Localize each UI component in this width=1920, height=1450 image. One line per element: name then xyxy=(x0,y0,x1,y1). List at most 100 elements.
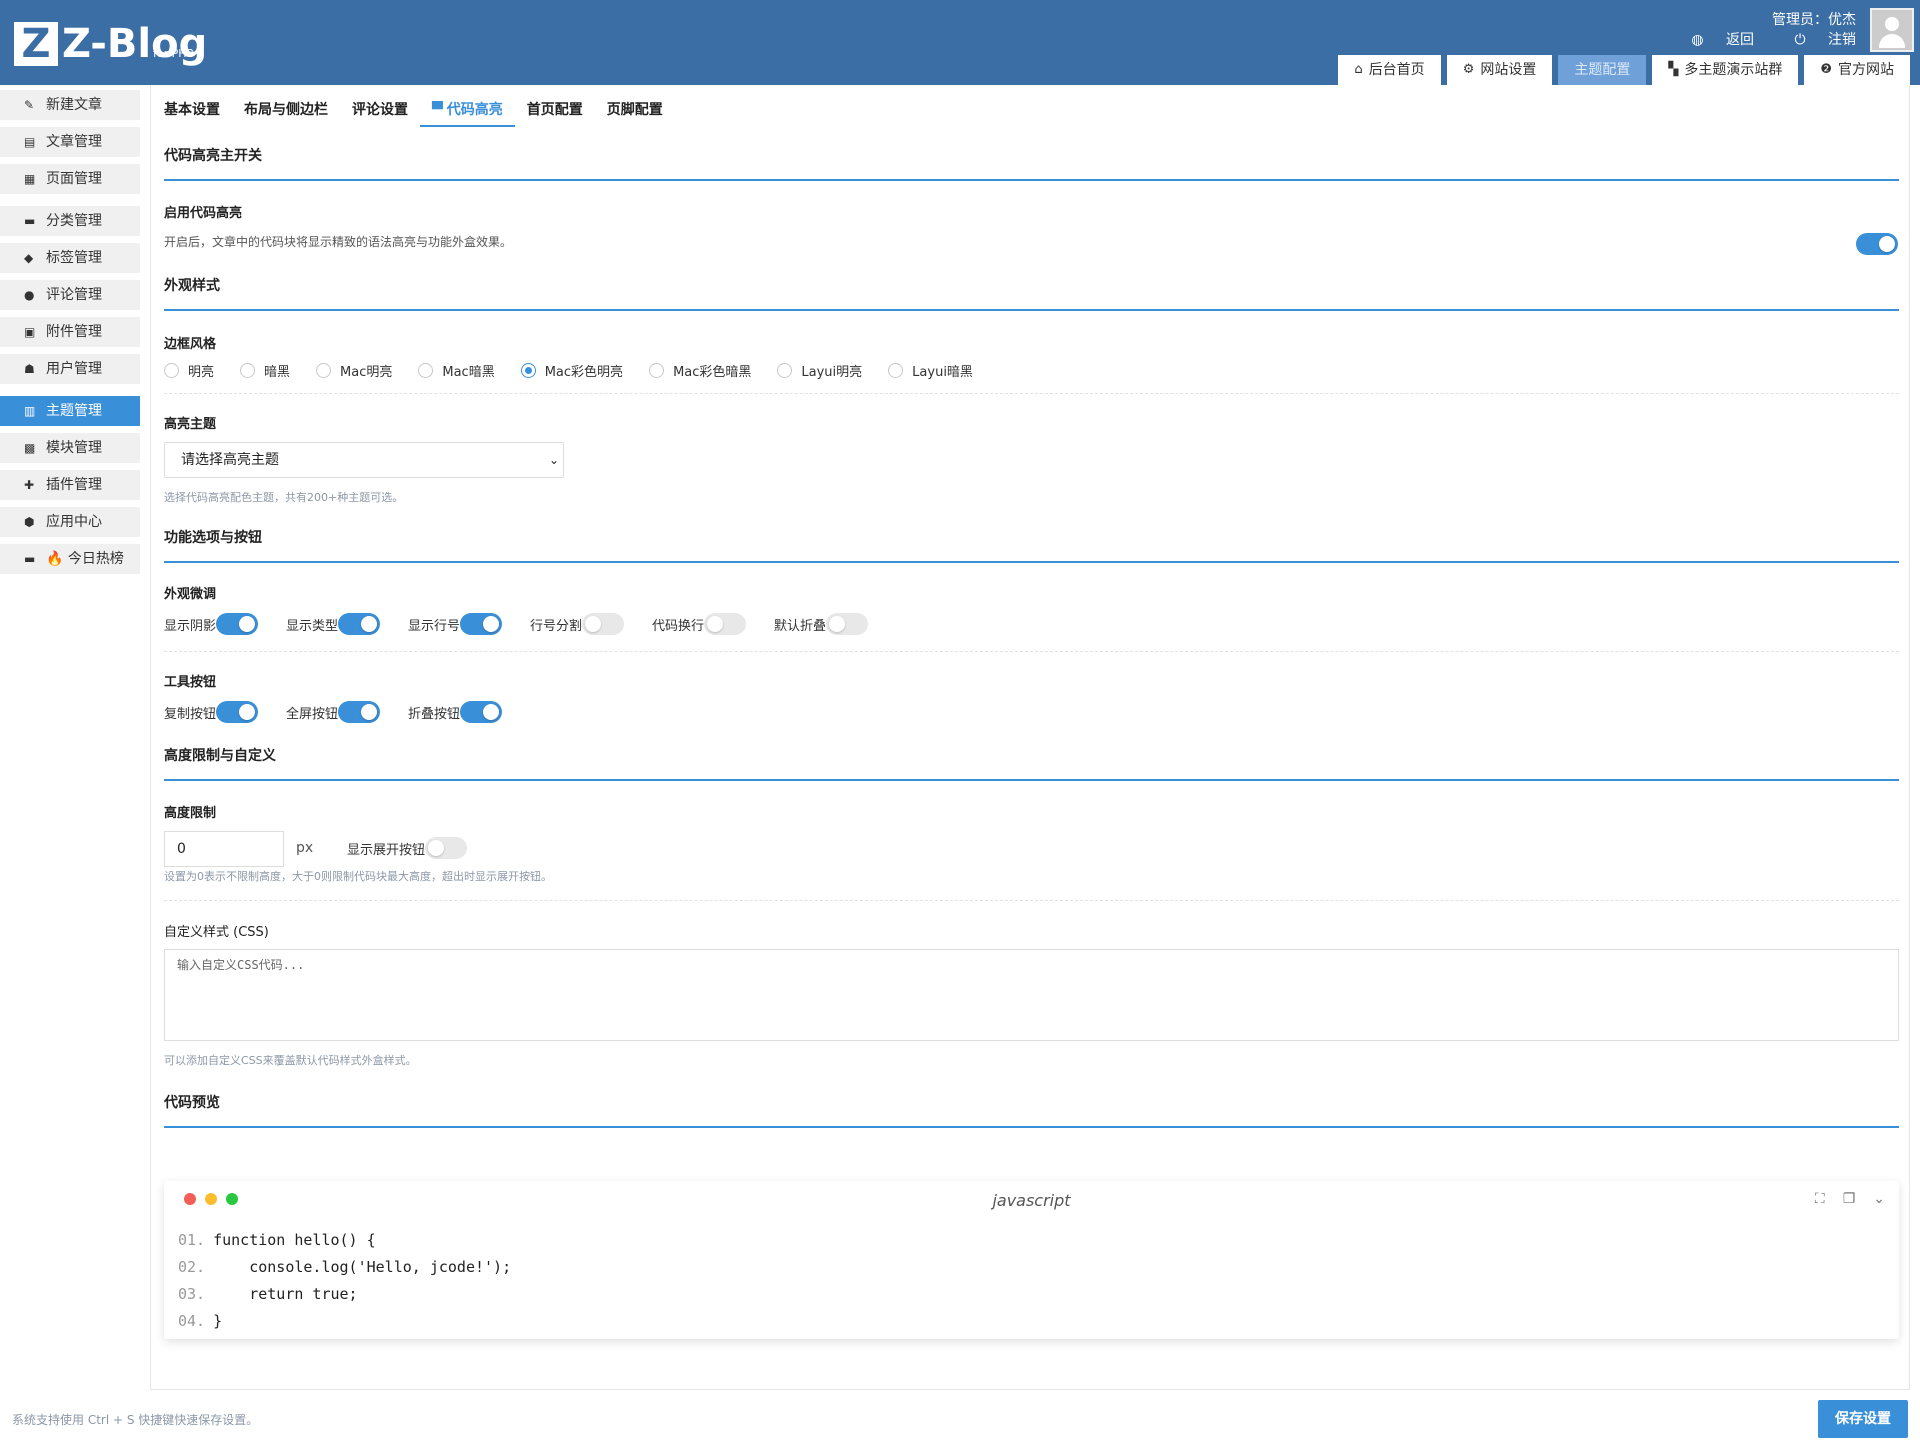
avatar[interactable] xyxy=(1870,8,1914,52)
nav-label: 网站设置 xyxy=(1480,62,1537,78)
back-link[interactable]: ◍ 返回 xyxy=(1673,32,1754,48)
sidebar-item-pages[interactable]: ▦ 页面管理 xyxy=(0,164,140,194)
logo-subtitle: for PHP xyxy=(153,47,194,60)
height-limit-label: 高度限制 xyxy=(164,806,217,821)
sidebar-item-app-center[interactable]: ⬢ 应用中心 xyxy=(0,507,140,537)
tab-label: 代码高亮 xyxy=(446,102,503,118)
tab-basic[interactable]: 基本设置 xyxy=(164,93,232,127)
sidebar-item-modules[interactable]: ▩ 模块管理 xyxy=(0,433,140,463)
show-shadow-toggle[interactable] xyxy=(216,613,259,635)
logout-link[interactable]: ⏻ 注销 xyxy=(1776,32,1856,48)
sidebar-item-tags[interactable]: ◆ 标签管理 xyxy=(0,243,140,273)
border-option-mac-dark[interactable]: Mac暗黑 xyxy=(418,361,495,380)
sidebar-item-articles[interactable]: ▤ 文章管理 xyxy=(0,127,140,157)
nav-official-site[interactable]: ❷ 官方网站 xyxy=(1804,55,1910,85)
radio-dot xyxy=(418,363,434,378)
tool-buttons-row: 复制按钮 全屏按钮 折叠按钮 xyxy=(164,701,530,723)
tweak-default-fold: 默认折叠 xyxy=(774,613,896,635)
show-type-toggle[interactable] xyxy=(338,613,381,635)
fold-button-toggle[interactable] xyxy=(460,701,503,723)
sidebar-item-label: 文章管理 xyxy=(46,134,102,150)
tool-copy-button: 复制按钮 xyxy=(164,701,286,723)
save-settings-button[interactable]: 保存设置 xyxy=(1818,1400,1908,1438)
highlight-theme-select[interactable]: 请选择高亮主题 ⌄ xyxy=(164,442,564,478)
radio-dot xyxy=(520,363,536,378)
theme-icon: ▥ xyxy=(24,404,36,418)
nav-site-settings[interactable]: ⚙ 网站设置 xyxy=(1446,55,1553,85)
sidebar-item-new-article[interactable]: ✎ 新建文章 xyxy=(0,90,140,120)
tab-footer[interactable]: 页脚配置 xyxy=(595,93,675,127)
expand-button-row: 显示展开按钮 xyxy=(347,837,468,859)
logout-label: 注销 xyxy=(1828,32,1856,48)
section-title-appearance: 外观样式 xyxy=(164,275,1899,311)
enable-highlight-toggle[interactable] xyxy=(1856,233,1898,255)
home-icon: ⌂ xyxy=(1354,62,1363,77)
enable-highlight-desc: 开启后，文章中的代码块将显示精致的语法高亮与功能外盒效果。 xyxy=(164,235,513,249)
default-fold-toggle[interactable] xyxy=(826,613,869,635)
custom-css-label: 自定义样式 (CSS) xyxy=(164,925,269,940)
chevron-down-icon: ⌄ xyxy=(548,453,559,467)
border-option-mac-color-light[interactable]: Mac彩色明亮 xyxy=(520,361,623,380)
toggle-label: 显示阴影 xyxy=(164,618,217,634)
tag-icon: ◆ xyxy=(24,251,34,265)
sidebar-item-label: 🔥 今日热榜 xyxy=(46,551,124,567)
radio-dot xyxy=(777,363,793,378)
code-wrap-toggle[interactable] xyxy=(704,613,747,635)
radio-dot xyxy=(888,363,904,378)
border-option-mac-color-dark[interactable]: Mac彩色暗黑 xyxy=(649,361,751,380)
sidebar-item-attachments[interactable]: ▣ 附件管理 xyxy=(0,317,140,347)
radio-label: Layui暗黑 xyxy=(912,365,973,380)
sidebar-item-comments[interactable]: ● 评论管理 xyxy=(0,280,140,310)
shortcut-hint: 系统支持使用 Ctrl + S 快捷键快速保存设置。 xyxy=(12,1413,259,1427)
tab-layout-sidebar[interactable]: 布局与侧边栏 xyxy=(232,93,340,127)
toggle-label: 代码换行 xyxy=(652,618,705,634)
admin-info: 管理员：优杰 ◍ 返回 ⏻ 注销 xyxy=(1655,10,1856,50)
border-option-dark[interactable]: 暗黑 xyxy=(240,361,290,380)
copy-icon[interactable]: ❐ xyxy=(1843,1191,1856,1207)
line-number-split-toggle[interactable] xyxy=(582,613,625,635)
app-center-icon: ⬢ xyxy=(24,515,35,529)
border-option-light[interactable]: 明亮 xyxy=(164,361,214,380)
nav-label: 主题配置 xyxy=(1574,62,1631,78)
sidebar-item-categories[interactable]: ▬ 分类管理 xyxy=(0,206,140,236)
highlight-theme-label: 高亮主题 xyxy=(164,417,217,432)
section-title-height: 高度限制与自定义 xyxy=(164,745,1899,781)
sidebar-item-hot-list[interactable]: ▬ 🔥 今日热榜 xyxy=(0,544,140,574)
radio-label: Mac彩色暗黑 xyxy=(673,365,752,380)
code-lines: 01. function hello() { 02. console.log('H… xyxy=(178,1227,511,1335)
nav-admin-home[interactable]: ⌂ 后台首页 xyxy=(1338,55,1441,85)
radio-dot xyxy=(649,363,665,378)
copy-button-toggle[interactable] xyxy=(216,701,259,723)
tab-comments[interactable]: 评论设置 xyxy=(340,93,420,127)
gear-icon: ⚙ xyxy=(1462,62,1475,77)
sidebar-item-label: 模块管理 xyxy=(46,440,102,456)
fullscreen-icon[interactable]: ⛶ xyxy=(1815,1191,1825,1207)
tab-homepage[interactable]: 首页配置 xyxy=(515,93,595,127)
line-number: 04. xyxy=(178,1312,206,1330)
radio-dot xyxy=(240,363,256,378)
fullscreen-button-toggle[interactable] xyxy=(338,701,381,723)
divider xyxy=(164,900,1899,901)
nav-theme-config[interactable]: 主题配置 xyxy=(1558,55,1647,85)
highlight-theme-hint: 选择代码高亮配色主题，共有200+种主题可选。 xyxy=(164,491,404,504)
tool-fullscreen-button: 全屏按钮 xyxy=(286,701,408,723)
line-number: 03. xyxy=(178,1285,206,1303)
zblog-logo[interactable]: Z Z-Blog for PHP xyxy=(14,22,207,66)
expand-button-toggle[interactable] xyxy=(425,837,468,859)
border-option-mac-light[interactable]: Mac明亮 xyxy=(316,361,392,380)
sidebar-item-users[interactable]: ☗ 用户管理 xyxy=(0,354,140,384)
border-option-layui-dark[interactable]: Layui暗黑 xyxy=(888,361,973,380)
show-line-numbers-toggle[interactable] xyxy=(460,613,503,635)
select-value: 请选择高亮主题 xyxy=(181,452,279,468)
nav-multi-theme-demo[interactable]: ▚ 多主题演示站群 xyxy=(1652,55,1799,85)
tab-code-highlight[interactable]: ▀ 代码高亮 xyxy=(420,93,515,127)
height-limit-input[interactable]: 0 xyxy=(164,831,284,867)
enable-highlight-label: 启用代码高亮 xyxy=(164,206,243,221)
border-option-layui-light[interactable]: Layui明亮 xyxy=(777,361,862,380)
sidebar-item-plugins[interactable]: ✚ 插件管理 xyxy=(0,470,140,500)
chevron-down-icon[interactable]: ⌄ xyxy=(1873,1191,1885,1207)
custom-css-textarea[interactable]: 输入自定义CSS代码... xyxy=(164,949,1899,1041)
edit-icon: ✎ xyxy=(24,98,35,112)
sidebar-item-themes[interactable]: ▥ 主题管理 xyxy=(0,396,140,426)
back-label: 返回 xyxy=(1726,32,1755,48)
